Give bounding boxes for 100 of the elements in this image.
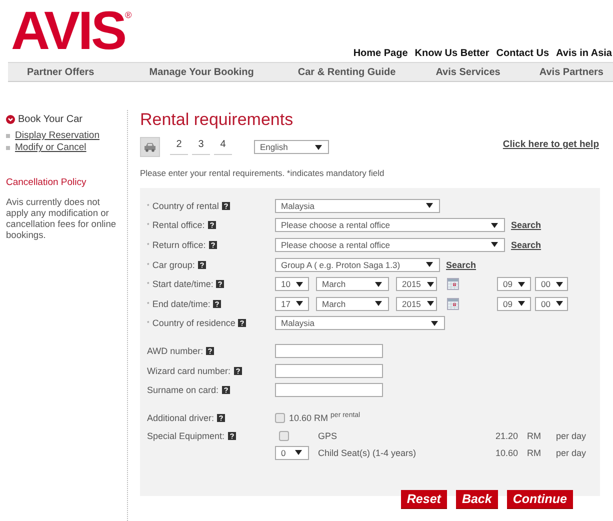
top-link[interactable]: Contact Us xyxy=(496,48,550,59)
field-label: Country of residence xyxy=(152,318,236,328)
bullet-icon xyxy=(6,134,10,138)
car-icon xyxy=(144,142,156,152)
policy-title: Cancellation Policy xyxy=(6,177,88,188)
nav-item[interactable]: Avis Partners xyxy=(539,66,604,78)
registered-mark: ® xyxy=(125,10,132,20)
caret-icon xyxy=(426,301,434,306)
help-icon xyxy=(234,366,242,375)
book-icon xyxy=(6,115,15,124)
step-tab[interactable]: 4 xyxy=(214,139,232,155)
nav-item[interactable]: Manage Your Booking xyxy=(149,66,254,78)
caret-icon xyxy=(556,301,564,306)
field-label: Special Equipment: xyxy=(147,430,225,441)
car-step[interactable] xyxy=(140,137,160,157)
unit-text: per day xyxy=(555,448,588,458)
top-link[interactable]: Know Us Better xyxy=(414,48,490,59)
caret-icon xyxy=(426,262,433,268)
caret-icon xyxy=(296,282,304,287)
text-field[interactable] xyxy=(275,383,383,398)
dropdown[interactable]: 2015 xyxy=(396,277,437,292)
help-icon xyxy=(228,432,236,440)
equipment-name: Child Seat(s) (1-4 years) xyxy=(318,448,418,458)
dropdown[interactable]: 00 xyxy=(535,296,568,311)
sidebar-link[interactable]: Modify or Cancel xyxy=(15,142,86,154)
caret-icon xyxy=(315,144,322,150)
dropdown[interactable]: 17 xyxy=(275,296,309,311)
caret-icon xyxy=(426,203,433,208)
nav-item[interactable]: Partner Offers xyxy=(27,66,94,78)
reset-button[interactable]: Reset xyxy=(400,490,447,509)
policy-text: Avis currently does not apply any modification or cancellation fees for online bookings. xyxy=(6,197,118,241)
help-link[interactable]: Click here to get help xyxy=(502,139,599,150)
text-field[interactable] xyxy=(275,344,383,358)
caret-icon xyxy=(431,320,438,326)
step-tab[interactable]: 2 xyxy=(170,139,188,155)
sidebar-link[interactable]: Display Reservation xyxy=(15,130,100,142)
field-label: Surname on card: xyxy=(147,385,219,396)
caret-icon xyxy=(375,282,382,287)
dropdown[interactable]: March xyxy=(316,277,389,292)
caret-icon xyxy=(556,282,564,287)
top-link[interactable]: Avis in Asia xyxy=(556,48,612,59)
caret-icon xyxy=(375,301,382,306)
caret-icon xyxy=(426,282,434,287)
caret-icon xyxy=(491,222,498,228)
field-label: Car group: xyxy=(152,260,195,270)
dropdown[interactable]: Please choose a rental office xyxy=(275,218,505,232)
dropdown[interactable]: 00 xyxy=(535,277,568,292)
caret-icon xyxy=(295,450,302,456)
field-label: Country of rental xyxy=(152,200,219,211)
nav-item[interactable]: Car & Renting Guide xyxy=(298,66,396,78)
caret-icon xyxy=(491,242,498,248)
dropdown[interactable]: Malaysia xyxy=(275,316,445,330)
dropdown[interactable]: 09 xyxy=(497,277,531,292)
field-label: Start date/time: xyxy=(152,279,214,290)
help-icon xyxy=(208,240,217,249)
equipment-name: GPS xyxy=(318,430,338,441)
currency-text: RM xyxy=(526,448,542,458)
bullet-icon xyxy=(6,146,10,150)
help-icon xyxy=(222,202,230,210)
top-link[interactable]: Home Page xyxy=(353,48,408,59)
language-dropdown[interactable]: English xyxy=(254,140,329,154)
help-icon xyxy=(206,346,214,355)
page-title: Rental requirements xyxy=(140,110,294,130)
quantity-dropdown[interactable]: 0 xyxy=(275,446,309,460)
dropdown[interactable]: Group A ( e.g. Proton Saga 1.3) xyxy=(275,258,440,272)
dropdown[interactable]: 2015 xyxy=(396,296,437,311)
checkbox[interactable] xyxy=(279,430,289,441)
help-icon xyxy=(213,300,222,308)
nav-item[interactable]: Avis Services xyxy=(436,66,500,78)
price-text: 10.60 RM $^{per rental}$ xyxy=(289,412,360,424)
help-icon xyxy=(198,260,206,269)
help-icon xyxy=(216,280,224,288)
text-field[interactable] xyxy=(275,364,383,378)
dropdown[interactable]: 10 xyxy=(275,277,309,292)
unit-text: per day xyxy=(555,430,588,441)
dropdown[interactable]: 09 xyxy=(497,296,531,311)
help-icon xyxy=(208,221,216,230)
step-tab[interactable]: 3 xyxy=(192,139,210,155)
field-label: End date/time: xyxy=(152,298,210,309)
price-text: 21.20 xyxy=(494,430,518,441)
caret-icon xyxy=(518,282,526,287)
back-button[interactable]: Back xyxy=(456,490,498,509)
logo-text: AVIS xyxy=(11,1,126,61)
continue-button[interactable]: Continue xyxy=(506,490,573,509)
field-label: Return office: xyxy=(152,240,206,250)
dropdown[interactable]: Malaysia xyxy=(275,198,440,213)
field-label: Rental office: xyxy=(152,220,205,230)
sidebar-heading: Book Your Car xyxy=(18,114,82,125)
dropdown[interactable]: Please choose a rental office xyxy=(275,238,505,252)
search-link[interactable]: Search xyxy=(511,220,542,230)
search-link[interactable]: Search xyxy=(511,240,542,250)
caret-icon xyxy=(518,301,526,306)
checkbox[interactable] xyxy=(275,412,285,423)
field-label: Wizard card number: xyxy=(147,366,231,376)
currency-text: RM xyxy=(526,430,542,441)
help-icon xyxy=(238,319,246,328)
field-label: AWD number: xyxy=(147,346,204,356)
help-icon xyxy=(217,414,226,422)
dropdown[interactable]: March xyxy=(316,296,389,311)
search-link[interactable]: Search xyxy=(446,260,476,270)
